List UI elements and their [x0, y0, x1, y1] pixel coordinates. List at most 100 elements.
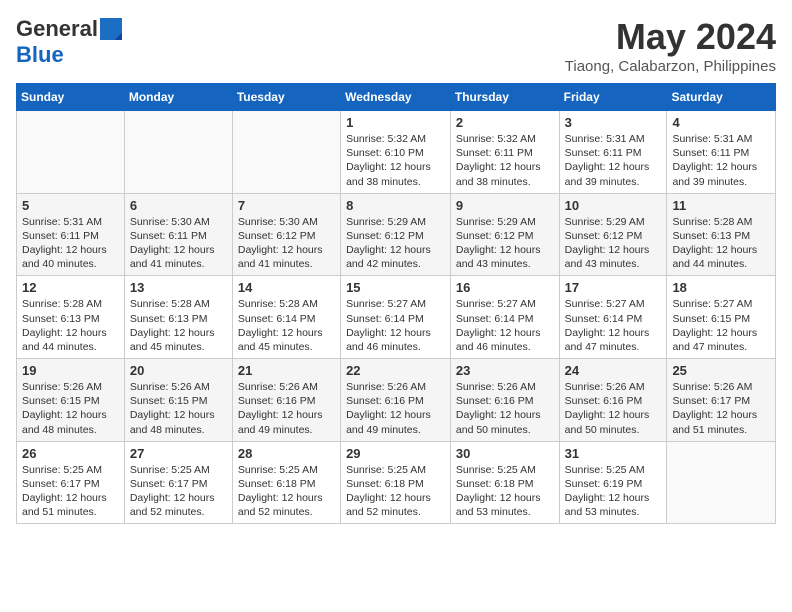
day-number: 24 — [565, 363, 662, 378]
calendar-cell: 2 Sunrise: 5:32 AM Sunset: 6:11 PM Daylig… — [450, 111, 559, 194]
calendar-cell — [667, 441, 776, 524]
day-number: 4 — [672, 115, 770, 130]
calendar-cell: 15 Sunrise: 5:27 AM Sunset: 6:14 PM Dayli… — [341, 276, 451, 359]
calendar-cell: 21 Sunrise: 5:26 AM Sunset: 6:16 PM Dayli… — [232, 359, 340, 442]
day-info: Sunrise: 5:29 AM Sunset: 6:12 PM Dayligh… — [456, 216, 541, 271]
calendar-cell: 4 Sunrise: 5:31 AM Sunset: 6:11 PM Daylig… — [667, 111, 776, 194]
day-header-friday: Friday — [559, 84, 667, 111]
calendar-cell: 26Sunrise: 5:25 AM Sunset: 6:17 PM Dayli… — [17, 441, 125, 524]
day-number: 10 — [565, 198, 662, 213]
calendar-cell: 9 Sunrise: 5:29 AM Sunset: 6:12 PM Daylig… — [450, 193, 559, 276]
day-info: Sunrise: 5:26 AM Sunset: 6:16 PM Dayligh… — [346, 381, 431, 436]
day-info: Sunrise: 5:28 AM Sunset: 6:14 PM Dayligh… — [238, 298, 323, 353]
day-info: Sunrise: 5:26 AM Sunset: 6:15 PM Dayligh… — [130, 381, 215, 436]
day-number: 21 — [238, 363, 335, 378]
day-info: Sunrise: 5:25 AM Sunset: 6:17 PM Dayligh… — [130, 464, 215, 519]
day-header-thursday: Thursday — [450, 84, 559, 111]
day-info: Sunrise: 5:25 AM Sunset: 6:17 PM Dayligh… — [22, 464, 107, 519]
day-number: 1 — [346, 115, 445, 130]
main-title: May 2024 — [565, 16, 776, 58]
day-info: Sunrise: 5:32 AM Sunset: 6:11 PM Dayligh… — [456, 133, 541, 188]
day-info: Sunrise: 5:25 AM Sunset: 6:18 PM Dayligh… — [238, 464, 323, 519]
header-row: SundayMondayTuesdayWednesdayThursdayFrid… — [17, 84, 776, 111]
day-info: Sunrise: 5:28 AM Sunset: 6:13 PM Dayligh… — [672, 216, 757, 271]
day-number: 16 — [456, 280, 554, 295]
calendar-cell: 5 Sunrise: 5:31 AM Sunset: 6:11 PM Daylig… — [17, 193, 125, 276]
calendar-cell: 23Sunrise: 5:26 AM Sunset: 6:16 PM Dayli… — [450, 359, 559, 442]
week-row: 26Sunrise: 5:25 AM Sunset: 6:17 PM Dayli… — [17, 441, 776, 524]
day-info: Sunrise: 5:27 AM Sunset: 6:14 PM Dayligh… — [565, 298, 650, 353]
day-info: Sunrise: 5:31 AM Sunset: 6:11 PM Dayligh… — [565, 133, 650, 188]
calendar-cell: 10 Sunrise: 5:29 AM Sunset: 6:12 PM Dayli… — [559, 193, 667, 276]
day-header-monday: Monday — [124, 84, 232, 111]
calendar-cell: 8Sunrise: 5:29 AM Sunset: 6:12 PM Daylig… — [341, 193, 451, 276]
calendar-cell: 1Sunrise: 5:32 AM Sunset: 6:10 PM Daylig… — [341, 111, 451, 194]
calendar-cell: 25 Sunrise: 5:26 AM Sunset: 6:17 PM Dayli… — [667, 359, 776, 442]
day-number: 3 — [565, 115, 662, 130]
day-info: Sunrise: 5:29 AM Sunset: 6:12 PM Dayligh… — [565, 216, 650, 271]
day-info: Sunrise: 5:28 AM Sunset: 6:13 PM Dayligh… — [22, 298, 107, 353]
day-number: 30 — [456, 446, 554, 461]
day-number: 11 — [672, 198, 770, 213]
day-header-wednesday: Wednesday — [341, 84, 451, 111]
calendar-cell: 20 Sunrise: 5:26 AM Sunset: 6:15 PM Dayli… — [124, 359, 232, 442]
calendar-cell: 18 Sunrise: 5:27 AM Sunset: 6:15 PM Dayli… — [667, 276, 776, 359]
calendar-cell — [17, 111, 125, 194]
day-number: 7 — [238, 198, 335, 213]
calendar-cell: 31 Sunrise: 5:25 AM Sunset: 6:19 PM Dayli… — [559, 441, 667, 524]
day-number: 2 — [456, 115, 554, 130]
day-info: Sunrise: 5:26 AM Sunset: 6:16 PM Dayligh… — [238, 381, 323, 436]
day-info: Sunrise: 5:25 AM Sunset: 6:18 PM Dayligh… — [456, 464, 541, 519]
day-number: 19 — [22, 363, 119, 378]
calendar-cell: 30 Sunrise: 5:25 AM Sunset: 6:18 PM Dayli… — [450, 441, 559, 524]
calendar-cell: 11 Sunrise: 5:28 AM Sunset: 6:13 PM Dayli… — [667, 193, 776, 276]
day-number: 20 — [130, 363, 227, 378]
day-number: 29 — [346, 446, 445, 461]
calendar-cell: 7 Sunrise: 5:30 AM Sunset: 6:12 PM Daylig… — [232, 193, 340, 276]
day-number: 9 — [456, 198, 554, 213]
logo-blue-text: Blue — [16, 42, 64, 68]
day-info: Sunrise: 5:26 AM Sunset: 6:16 PM Dayligh… — [456, 381, 541, 436]
day-number: 12 — [22, 280, 119, 295]
logo-icon — [100, 18, 122, 40]
day-info: Sunrise: 5:29 AM Sunset: 6:12 PM Dayligh… — [346, 216, 431, 271]
calendar-cell: 14Sunrise: 5:28 AM Sunset: 6:14 PM Dayli… — [232, 276, 340, 359]
day-header-saturday: Saturday — [667, 84, 776, 111]
calendar-cell: 28 Sunrise: 5:25 AM Sunset: 6:18 PM Dayli… — [232, 441, 340, 524]
day-number: 5 — [22, 198, 119, 213]
subtitle: Tiaong, Calabarzon, Philippines — [565, 58, 776, 75]
day-info: Sunrise: 5:26 AM Sunset: 6:15 PM Dayligh… — [22, 381, 107, 436]
calendar-cell: 3 Sunrise: 5:31 AM Sunset: 6:11 PM Daylig… — [559, 111, 667, 194]
day-info: Sunrise: 5:30 AM Sunset: 6:11 PM Dayligh… — [130, 216, 215, 271]
day-number: 18 — [672, 280, 770, 295]
calendar-cell — [232, 111, 340, 194]
day-number: 27 — [130, 446, 227, 461]
day-header-tuesday: Tuesday — [232, 84, 340, 111]
day-info: Sunrise: 5:27 AM Sunset: 6:15 PM Dayligh… — [672, 298, 757, 353]
day-info: Sunrise: 5:25 AM Sunset: 6:18 PM Dayligh… — [346, 464, 431, 519]
calendar-table: SundayMondayTuesdayWednesdayThursdayFrid… — [16, 83, 776, 524]
day-number: 17 — [565, 280, 662, 295]
week-row: 19 Sunrise: 5:26 AM Sunset: 6:15 PM Dayli… — [17, 359, 776, 442]
day-info: Sunrise: 5:30 AM Sunset: 6:12 PM Dayligh… — [238, 216, 323, 271]
day-info: Sunrise: 5:25 AM Sunset: 6:19 PM Dayligh… — [565, 464, 650, 519]
day-info: Sunrise: 5:28 AM Sunset: 6:13 PM Dayligh… — [130, 298, 215, 353]
logo: General Blue — [16, 16, 122, 68]
day-number: 25 — [672, 363, 770, 378]
day-number: 31 — [565, 446, 662, 461]
day-info: Sunrise: 5:31 AM Sunset: 6:11 PM Dayligh… — [672, 133, 757, 188]
calendar-cell: 6 Sunrise: 5:30 AM Sunset: 6:11 PM Daylig… — [124, 193, 232, 276]
calendar-cell: 12 Sunrise: 5:28 AM Sunset: 6:13 PM Dayli… — [17, 276, 125, 359]
calendar-cell: 27 Sunrise: 5:25 AM Sunset: 6:17 PM Dayli… — [124, 441, 232, 524]
day-info: Sunrise: 5:26 AM Sunset: 6:17 PM Dayligh… — [672, 381, 757, 436]
day-number: 6 — [130, 198, 227, 213]
day-number: 13 — [130, 280, 227, 295]
day-header-sunday: Sunday — [17, 84, 125, 111]
day-info: Sunrise: 5:27 AM Sunset: 6:14 PM Dayligh… — [346, 298, 431, 353]
calendar-cell: 29 Sunrise: 5:25 AM Sunset: 6:18 PM Dayli… — [341, 441, 451, 524]
day-number: 15 — [346, 280, 445, 295]
day-number: 28 — [238, 446, 335, 461]
day-number: 22 — [346, 363, 445, 378]
day-info: Sunrise: 5:31 AM Sunset: 6:11 PM Dayligh… — [22, 216, 107, 271]
logo-general-text: General — [16, 16, 98, 42]
